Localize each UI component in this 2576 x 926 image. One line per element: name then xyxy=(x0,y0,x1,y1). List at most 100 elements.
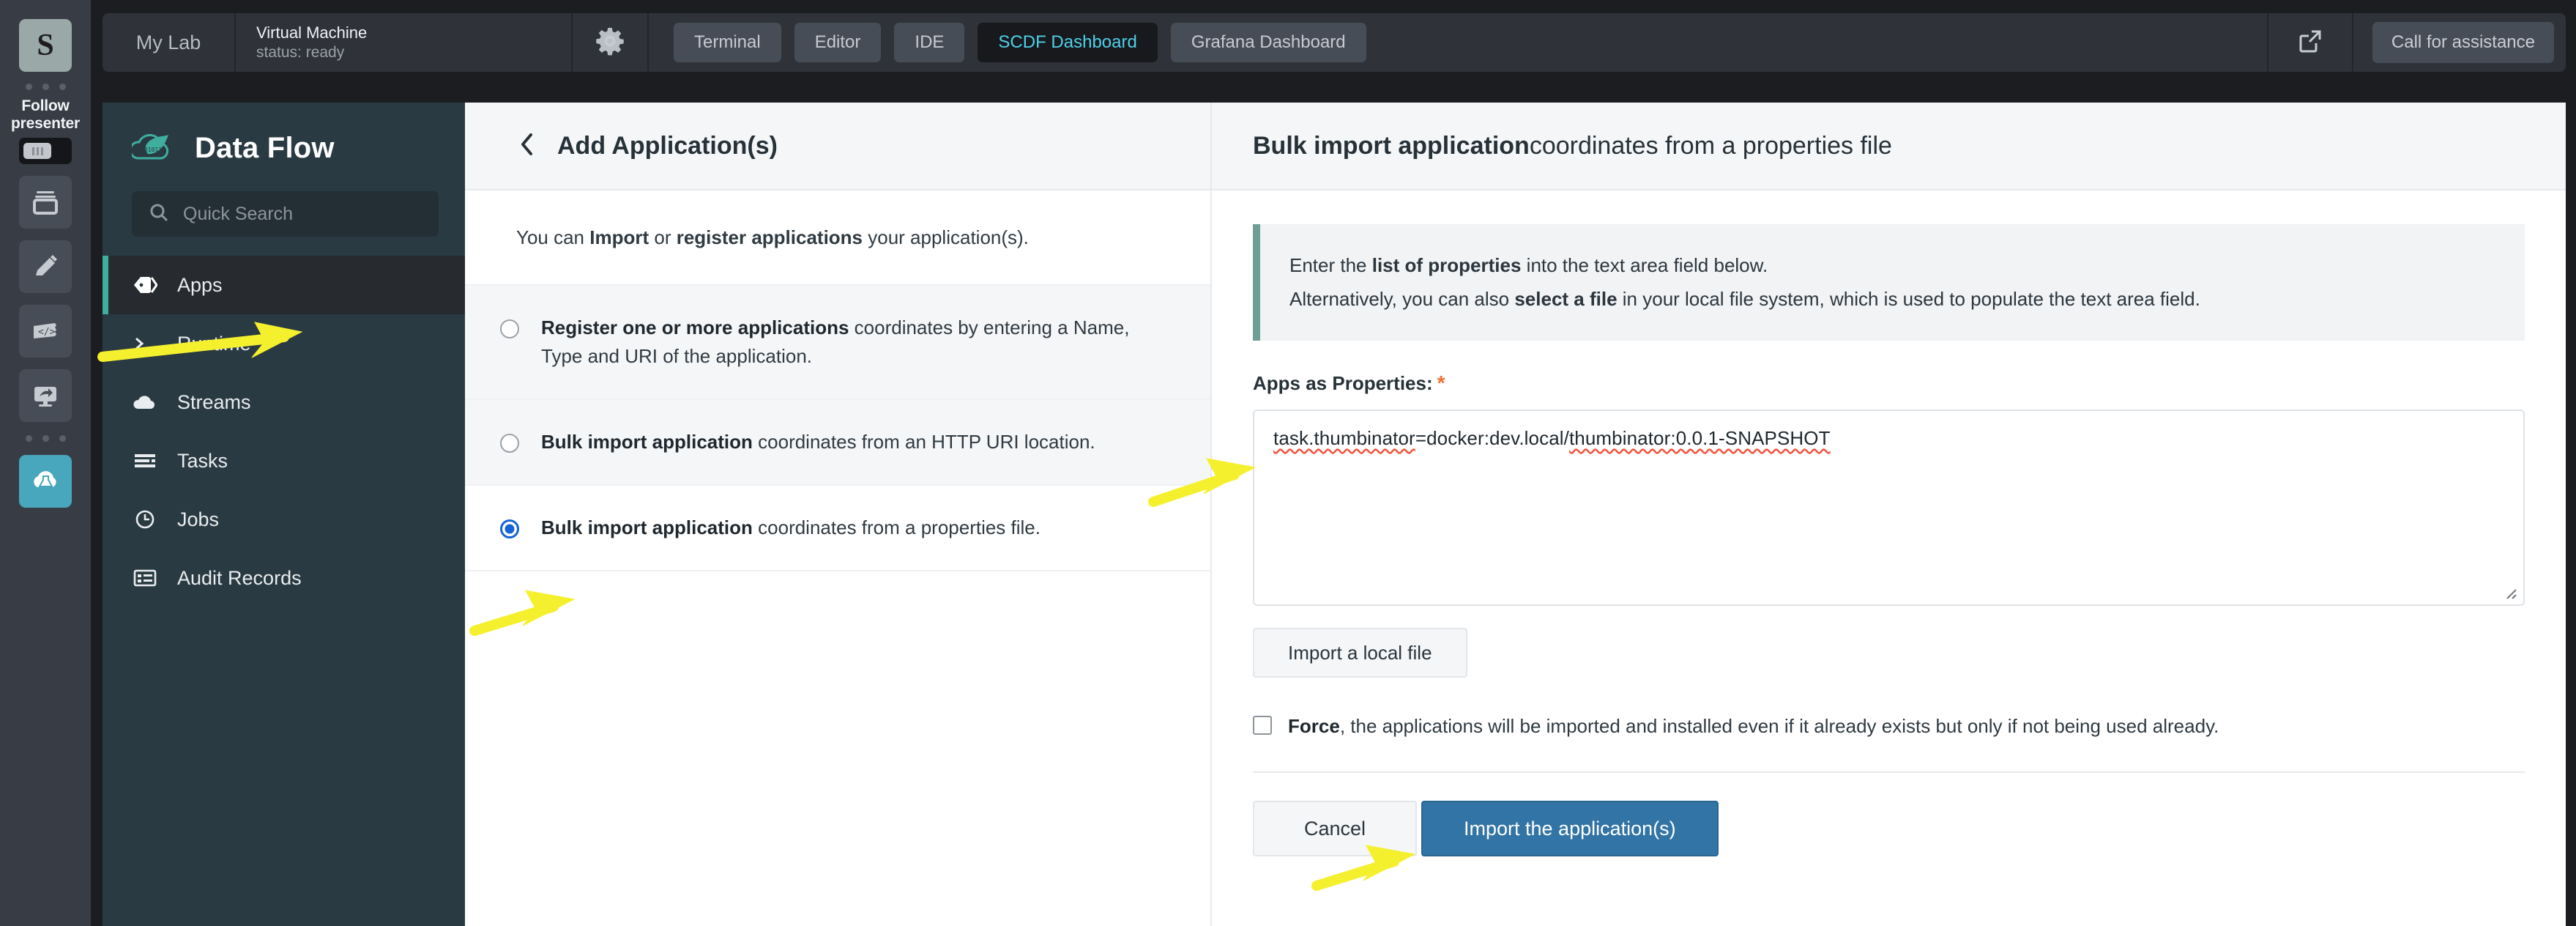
records-icon xyxy=(132,567,158,589)
lab-tab-group: Terminal Editor IDE SCDF Dashboard Grafa… xyxy=(649,13,2267,72)
option-bulk-import-http[interactable]: Bulk import application coordinates from… xyxy=(465,400,1210,486)
sidebar-item-tasks[interactable]: Tasks xyxy=(103,431,465,490)
textarea-token-3: thumbinator:0.0.1-SNAPSHOT xyxy=(1568,427,1831,449)
force-option-row[interactable]: Force, the applications will be imported… xyxy=(1253,713,2525,739)
avatar[interactable]: S xyxy=(19,19,72,72)
intro-part-1: You can xyxy=(516,226,590,248)
open-external-button[interactable] xyxy=(2266,13,2353,72)
vm-info: Virtual Machine status: ready xyxy=(236,13,573,72)
sidebar-item-label: Streams xyxy=(177,390,251,413)
settings-button[interactable] xyxy=(573,13,649,72)
option-text: Bulk import application coordinates from… xyxy=(541,428,1095,456)
code-snippet-icon: </> xyxy=(30,316,61,347)
search-input[interactable]: Quick Search xyxy=(132,191,439,237)
force-checkbox[interactable] xyxy=(1253,716,1272,735)
sidebar-item-streams[interactable]: Streams xyxy=(103,373,465,431)
cancel-button[interactable]: Cancel xyxy=(1253,801,1417,857)
call-for-assistance-button[interactable]: Call for assistance xyxy=(2372,22,2554,63)
textarea-token-1: task.thumbinator xyxy=(1273,427,1415,449)
instructions-callout: Enter the list of properties into the te… xyxy=(1253,224,2525,341)
quick-search-wrapper: Quick Search xyxy=(103,191,465,256)
option-bold: Bulk import application xyxy=(541,516,753,539)
search-icon xyxy=(148,201,170,227)
bulk-import-title-rest: coordinates from a properties file xyxy=(1529,131,1892,160)
sidebar-item-label: Tasks xyxy=(177,449,228,472)
dataflow-brand-name: Data Flow xyxy=(195,132,335,164)
sidebar-item-label: Jobs xyxy=(177,508,220,530)
intro-text: You can Import or register applications … xyxy=(465,190,1210,286)
import-applications-button[interactable]: Import the application(s) xyxy=(1421,801,1719,857)
screen-share-icon-button[interactable] xyxy=(19,369,72,423)
apps-as-properties-label: Apps as Properties: * xyxy=(1253,371,2525,395)
intro-part-3: your application(s). xyxy=(863,226,1029,248)
sidebar-item-label: Apps xyxy=(177,273,223,296)
chevron-left-icon[interactable] xyxy=(516,131,538,161)
code-snippet-icon-button[interactable]: </> xyxy=(19,305,72,358)
vm-status: status: ready xyxy=(256,44,345,62)
callout-line-2: Alternatively, you can also select a fil… xyxy=(1289,283,2495,316)
terminal-prompt-icon xyxy=(132,333,158,355)
app-shell: 010110 Data Flow Quick Search Apps Runti… xyxy=(103,103,2566,926)
sidebar-item-runtime[interactable]: Runtime xyxy=(103,314,465,373)
marker-pen-icon xyxy=(30,251,61,282)
my-lab-label[interactable]: My Lab xyxy=(103,13,236,72)
dataflow-brand: 010110 Data Flow xyxy=(103,103,465,191)
lab-topbar: My Lab Virtual Machine status: ready Ter… xyxy=(103,13,2566,72)
option-text: Bulk import application coordinates from… xyxy=(541,514,1041,542)
bulk-import-actions: Cancel Import the application(s) xyxy=(1212,773,2566,857)
apps-as-properties-textarea[interactable]: task.thumbinator=docker:dev.local/thumbi… xyxy=(1253,410,2525,606)
bulk-import-panel: Bulk import application coordinates from… xyxy=(1212,103,2566,926)
rail-dots-bottom xyxy=(25,435,66,442)
layers-icon-button[interactable] xyxy=(19,176,72,229)
rail-dots-top xyxy=(25,84,66,90)
callout-1c: into the text area field below. xyxy=(1521,254,1768,276)
intro-part-2: or xyxy=(649,226,677,248)
field-label-text: Apps as Properties: xyxy=(1253,372,1433,394)
bulk-import-body: Enter the list of properties into the te… xyxy=(1212,190,2566,739)
sidebar-item-apps[interactable]: Apps xyxy=(103,256,465,314)
marker-pen-icon-button[interactable] xyxy=(19,240,72,294)
svg-text:</>: </> xyxy=(38,327,56,338)
sidebar-item-jobs[interactable]: Jobs xyxy=(103,490,465,549)
callout-2c: in your local file system, which is used… xyxy=(1617,287,2200,310)
option-bulk-import-properties-file[interactable]: Bulk import application coordinates from… xyxy=(465,486,1210,572)
option-register-applications[interactable]: Register one or more applications coordi… xyxy=(465,286,1210,401)
option-rest: coordinates from an HTTP URI location. xyxy=(752,431,1095,453)
vm-title: Virtual Machine xyxy=(256,23,368,42)
gear-icon xyxy=(594,25,626,61)
toggle-knob xyxy=(23,143,51,160)
sidebar-item-label: Audit Records xyxy=(177,566,302,589)
textarea-token-2: =docker:dev.local/ xyxy=(1415,427,1569,449)
option-bold: Bulk import application xyxy=(541,431,753,453)
radio-register-applications[interactable] xyxy=(500,319,519,339)
external-link-icon xyxy=(2296,26,2325,59)
tab-ide[interactable]: IDE xyxy=(894,23,965,62)
layers-icon xyxy=(30,187,61,218)
textarea-value: task.thumbinator=docker:dev.local/thumbi… xyxy=(1273,427,2504,450)
left-tool-rail: S Follow presenter </> xyxy=(0,0,91,926)
task-list-icon xyxy=(132,450,158,472)
follow-presenter-toggle[interactable] xyxy=(19,138,72,165)
option-rest: coordinates from a properties file. xyxy=(752,516,1041,539)
tab-editor[interactable]: Editor xyxy=(794,23,882,62)
page-title: Add Application(s) xyxy=(557,131,778,160)
cloud-flask-icon-button[interactable] xyxy=(19,455,72,508)
screen-share-icon xyxy=(30,380,61,411)
radio-bulk-import-http[interactable] xyxy=(500,434,519,453)
radio-bulk-import-properties-file[interactable] xyxy=(500,519,519,539)
sidebar-item-audit-records[interactable]: Audit Records xyxy=(103,549,465,607)
tab-scdf-dashboard[interactable]: SCDF Dashboard xyxy=(978,23,1158,62)
tab-grafana-dashboard[interactable]: Grafana Dashboard xyxy=(1170,23,1366,62)
option-text: Register one or more applications coordi… xyxy=(541,314,1159,371)
callout-line-1: Enter the list of properties into the te… xyxy=(1289,249,2495,283)
tag-icon xyxy=(132,274,158,296)
svg-text:010110: 010110 xyxy=(144,147,165,153)
intro-bold-import: Import xyxy=(589,226,649,248)
follow-presenter-label: Follow presenter xyxy=(11,97,80,132)
import-local-file-button[interactable]: Import a local file xyxy=(1253,628,1467,678)
textarea-resize-grip[interactable] xyxy=(2500,582,2519,601)
dataflow-nav: Apps Runtime Streams Tasks Jobs Audit Re… xyxy=(103,256,465,607)
app-root: S Follow presenter </> My Lab Virtual Ma… xyxy=(0,0,2576,926)
tab-terminal[interactable]: Terminal xyxy=(674,23,781,62)
required-marker: * xyxy=(1437,371,1445,394)
